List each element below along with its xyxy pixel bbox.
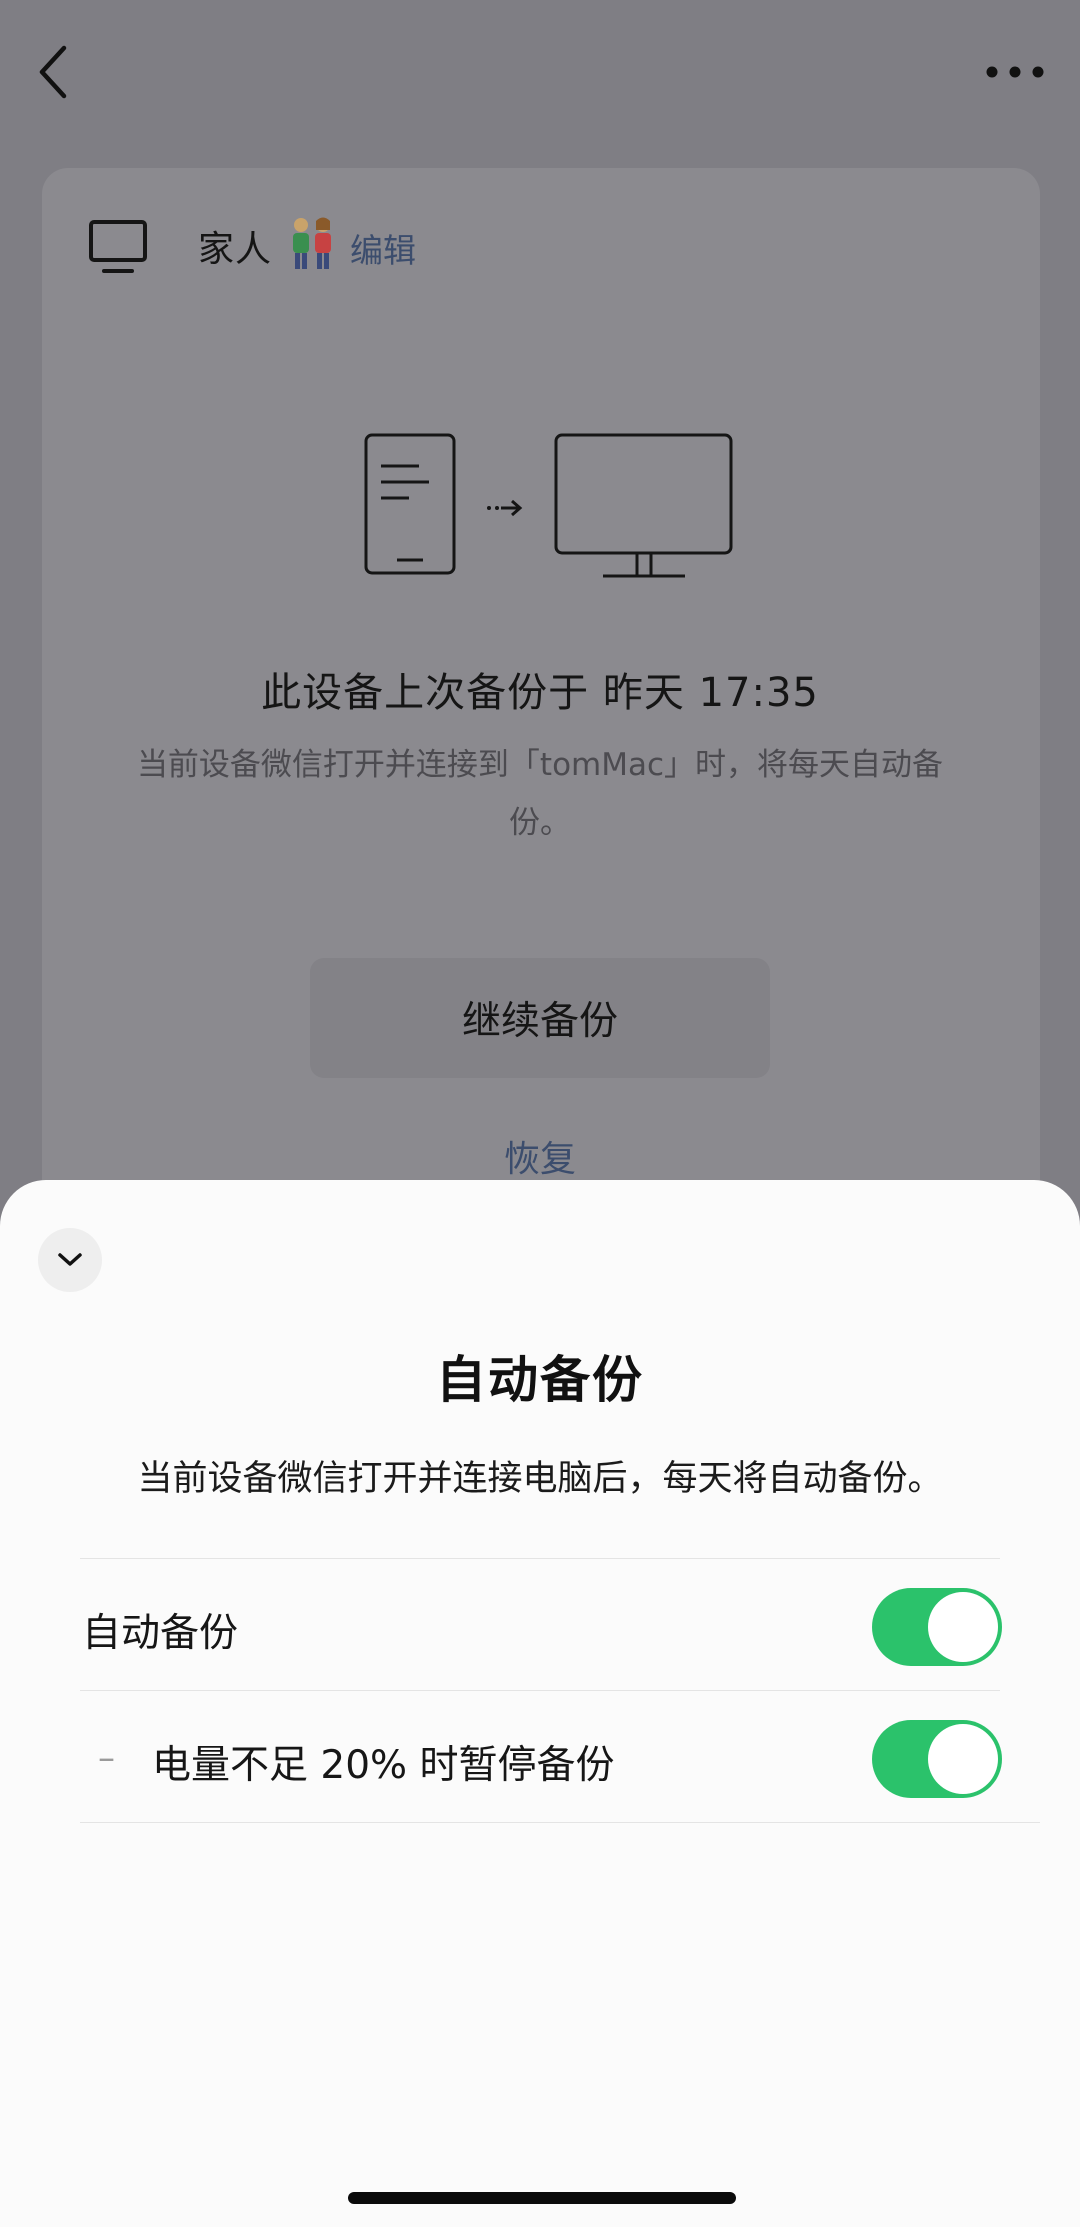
collapse-sheet-button[interactable] bbox=[38, 1228, 102, 1292]
edit-name-link[interactable]: 编辑 bbox=[350, 224, 416, 272]
monitor-icon bbox=[89, 220, 147, 273]
auto-backup-toggle[interactable] bbox=[872, 1588, 1002, 1666]
back-chevron-icon[interactable] bbox=[34, 44, 74, 100]
backup-device-card bbox=[42, 168, 1040, 1268]
sheet-description: 当前设备微信打开并连接电脑后，每天将自动备份。 bbox=[137, 1459, 943, 1499]
low-battery-pause-label: 电量不足 20% 时暂停备份 bbox=[152, 1743, 615, 1788]
toggle-knob bbox=[928, 1724, 998, 1794]
device-header: 家人 编辑 bbox=[88, 212, 416, 282]
chevron-down-icon bbox=[58, 1253, 82, 1266]
sub-option-marker: – bbox=[98, 1738, 115, 1778]
divider bbox=[80, 1558, 1000, 1559]
phone-to-computer-illustration bbox=[364, 433, 733, 578]
restore-link[interactable]: 恢复 bbox=[0, 1130, 1080, 1182]
low-battery-pause-toggle[interactable] bbox=[872, 1720, 1002, 1798]
top-bar bbox=[0, 0, 1080, 150]
family-couple-emoji-icon bbox=[293, 217, 331, 269]
device-name: 家人 bbox=[198, 229, 273, 270]
toggle-knob bbox=[928, 1592, 998, 1662]
sheet-title: 自动备份 bbox=[436, 1351, 644, 1409]
last-backup-time: 此设备上次备份于 昨天 17:35 bbox=[261, 670, 819, 716]
backup-description: 当前设备微信打开并连接到「tomMac」时，将每天自动备份。 bbox=[136, 747, 944, 841]
more-options-icon[interactable] bbox=[980, 52, 1050, 92]
auto-backup-sheet: 自动备份 当前设备微信打开并连接电脑后，每天将自动备份。 自动备份 – 电量不足… bbox=[0, 1180, 1080, 2227]
divider bbox=[80, 1822, 1040, 1823]
home-indicator bbox=[348, 2192, 736, 2204]
auto-backup-label: 自动备份 bbox=[82, 1611, 239, 1656]
divider bbox=[80, 1690, 1000, 1691]
continue-backup-button[interactable]: 继续备份 bbox=[310, 958, 770, 1078]
